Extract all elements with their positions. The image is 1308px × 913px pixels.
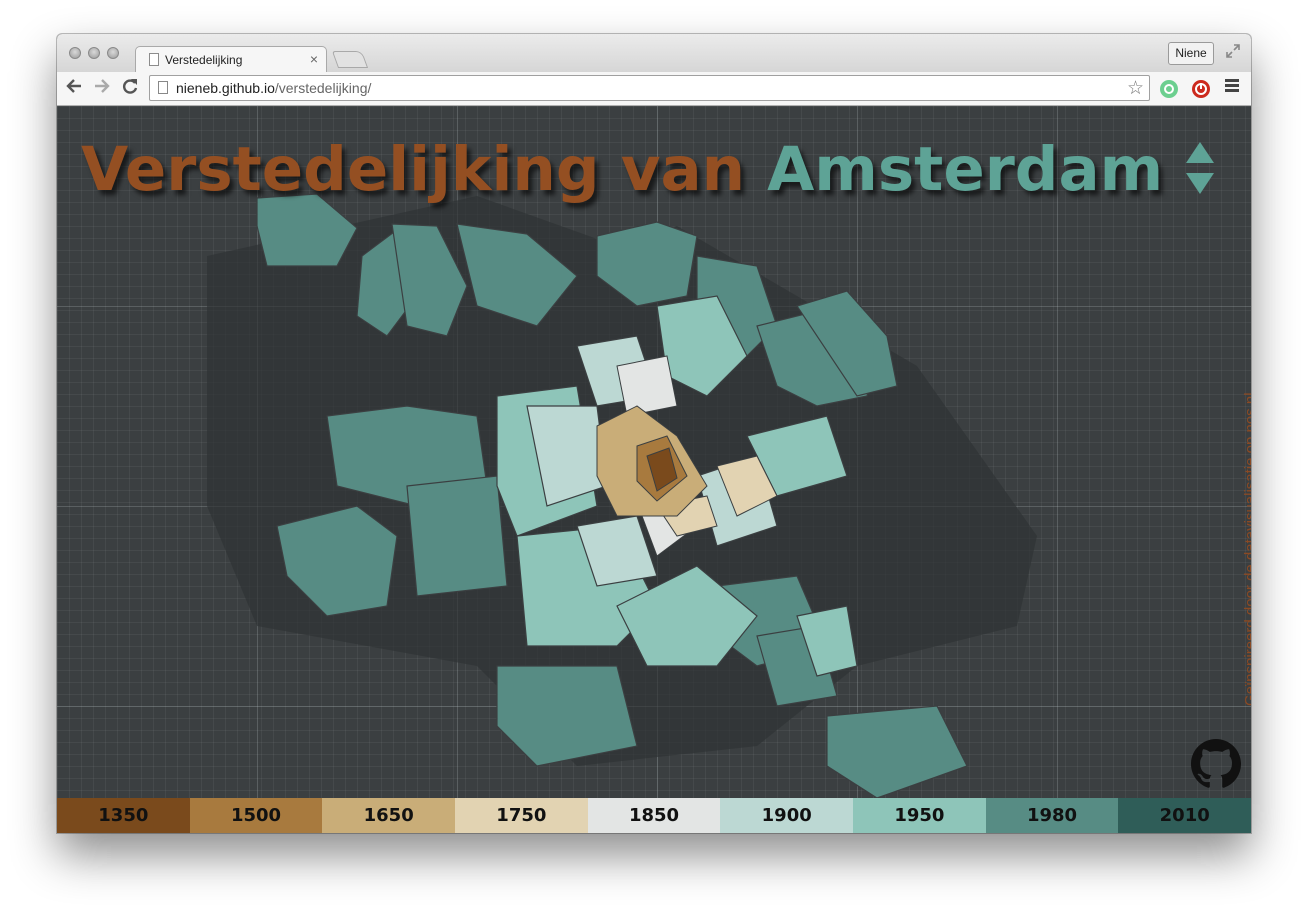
forward-arrow-icon[interactable] — [91, 77, 113, 100]
minimize-window-button[interactable] — [88, 47, 100, 59]
title-part-brown: Verstedelijking van — [81, 134, 746, 205]
legend-year-2010[interactable]: 2010 — [1118, 798, 1251, 833]
legend-year-1980[interactable]: 1980 — [985, 798, 1119, 833]
new-tab-button[interactable] — [331, 51, 369, 68]
arrow-down-icon[interactable] — [1186, 173, 1214, 194]
browser-window: Verstedelijking × Niene nieneb.github.io… — [57, 34, 1251, 833]
reload-icon[interactable] — [119, 77, 141, 100]
year-legend: 1350 1500 1650 1750 1850 1900 1950 1980 2010 — [57, 798, 1251, 833]
page-icon — [158, 81, 168, 94]
star-icon[interactable]: ☆ — [1127, 77, 1144, 100]
zoom-window-button[interactable] — [107, 47, 119, 59]
title-part-teal: Amsterdam — [767, 134, 1164, 205]
page-title: Verstedelijking van Amsterdam — [81, 134, 1163, 205]
extension-green-icon[interactable] — [1160, 80, 1178, 98]
legend-year-1500[interactable]: 1500 — [189, 798, 323, 833]
title-bar: Verstedelijking × Niene — [57, 34, 1251, 73]
legend-year-1850[interactable]: 1850 — [587, 798, 721, 833]
tab-close-icon[interactable]: × — [310, 51, 318, 67]
arrow-up-icon[interactable] — [1186, 142, 1214, 163]
github-icon[interactable] — [1191, 739, 1241, 789]
amsterdam-map — [207, 193, 1037, 798]
url-path: /verstedelijking/ — [274, 80, 372, 96]
year-navigation — [1186, 142, 1214, 194]
menu-icon[interactable] — [1225, 79, 1239, 94]
extension-red-icon[interactable] — [1192, 80, 1210, 98]
page-viewport: Verstedelijking van Amsterdam Geïnspireer… — [57, 106, 1251, 833]
legend-year-1900[interactable]: 1900 — [720, 798, 854, 833]
page-icon — [149, 53, 159, 66]
legend-year-1350[interactable]: 1350 — [57, 798, 190, 833]
address-bar[interactable]: nieneb.github.io/verstedelijking/ ☆ — [149, 75, 1150, 101]
profile-button[interactable]: Niene — [1168, 42, 1214, 65]
fullscreen-icon[interactable] — [1225, 43, 1243, 61]
browser-tab[interactable]: Verstedelijking × — [135, 46, 327, 73]
legend-year-1650[interactable]: 1650 — [322, 798, 456, 833]
close-window-button[interactable] — [69, 47, 81, 59]
url-host: nieneb.github.io — [176, 80, 275, 96]
legend-year-1750[interactable]: 1750 — [455, 798, 588, 833]
legend-year-1950[interactable]: 1950 — [853, 798, 986, 833]
back-arrow-icon[interactable] — [63, 77, 85, 100]
tab-title: Verstedelijking — [165, 53, 243, 67]
credit-link[interactable]: Geïnspireerd door de datavisualisatie op… — [1242, 392, 1251, 706]
browser-toolbar: nieneb.github.io/verstedelijking/ ☆ — [57, 72, 1251, 106]
